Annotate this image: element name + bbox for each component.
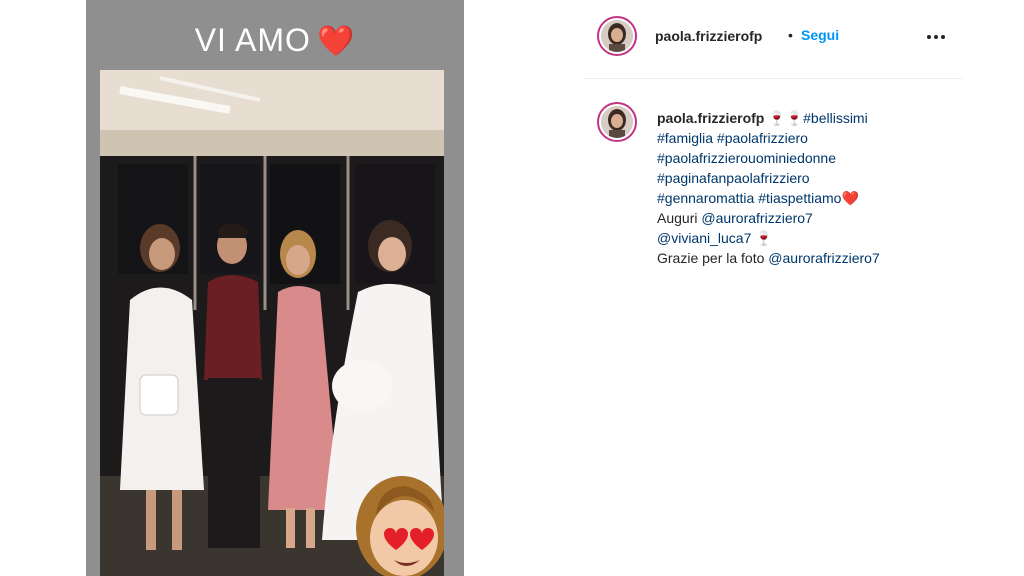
- avatar-portrait-icon: [601, 106, 633, 138]
- post-image[interactable]: VI AMO ❤️: [86, 0, 464, 576]
- caption-line-8: Grazie per la foto @aurorafrizziero7: [657, 248, 957, 268]
- story-caption: VI AMO ❤️: [86, 22, 464, 59]
- caption-line-5: #gennaromattia #tiaspettiamo❤️: [657, 188, 957, 208]
- caption-line-7: @viviani_luca7 🍷: [657, 228, 957, 248]
- group-photo-illustration: [100, 70, 444, 576]
- heart-icon: ❤️: [316, 25, 356, 58]
- caption-line-4: #paginafanpaolafrizziero: [657, 168, 957, 188]
- heart-icon: ❤️: [841, 190, 859, 206]
- caption-plain-text: Auguri: [657, 210, 698, 226]
- wine-glass-icon: 🍷: [755, 230, 773, 246]
- hashtag-link[interactable]: #paginafanpaolafrizziero: [657, 170, 810, 186]
- hashtag-link[interactable]: #bellissimi: [803, 110, 868, 126]
- avatar-image: [601, 20, 633, 52]
- mention-link[interactable]: @aurorafrizziero7: [768, 250, 879, 266]
- caption-plain-text: Grazie per la foto: [657, 250, 765, 266]
- wine-glass-icon: 🍷🍷: [768, 110, 804, 126]
- caption-username[interactable]: paola.frizzierofp: [657, 110, 764, 126]
- caption-line-3: #paolafrizzierouominiedonne: [657, 148, 957, 168]
- more-options-button[interactable]: [923, 24, 949, 50]
- hashtag-link[interactable]: #paolafrizziero: [717, 130, 808, 146]
- mention-link[interactable]: @aurorafrizziero7: [701, 210, 812, 226]
- avatar-image: [601, 106, 633, 138]
- avatar-portrait-icon: [601, 20, 633, 52]
- hashtag-link[interactable]: #famiglia: [657, 130, 713, 146]
- header-username[interactable]: paola.frizzierofp: [655, 28, 762, 44]
- more-horizontal-icon: [927, 35, 945, 39]
- story-photo: [100, 70, 444, 576]
- separator-dot: •: [788, 27, 793, 43]
- post-side-panel: paola.frizzierofp • Segui paola.frizzier…: [583, 0, 963, 576]
- mention-link[interactable]: @viviani_luca7: [657, 230, 751, 246]
- caption-text: paola.frizzierofp 🍷🍷#bellissimi #famigli…: [657, 108, 957, 268]
- caption-line-2: #famiglia #paolafrizziero: [657, 128, 957, 148]
- hashtag-link[interactable]: #tiaspettiamo: [758, 190, 841, 206]
- instagram-post-view: VI AMO ❤️ paola.frizzierofp • Segui paol…: [0, 0, 1024, 576]
- profile-avatar[interactable]: [597, 16, 637, 56]
- story-caption-text: VI AMO: [194, 22, 311, 58]
- caption-line-6: Auguri @aurorafrizziero7: [657, 208, 957, 228]
- hashtag-link[interactable]: #gennaromattia: [657, 190, 754, 206]
- follow-button[interactable]: Segui: [801, 27, 839, 43]
- post-header: paola.frizzierofp • Segui: [583, 0, 963, 79]
- caption-avatar[interactable]: [597, 102, 637, 142]
- hashtag-link[interactable]: #paolafrizzierouominiedonne: [657, 150, 836, 166]
- caption-line-1: paola.frizzierofp 🍷🍷#bellissimi: [657, 108, 957, 128]
